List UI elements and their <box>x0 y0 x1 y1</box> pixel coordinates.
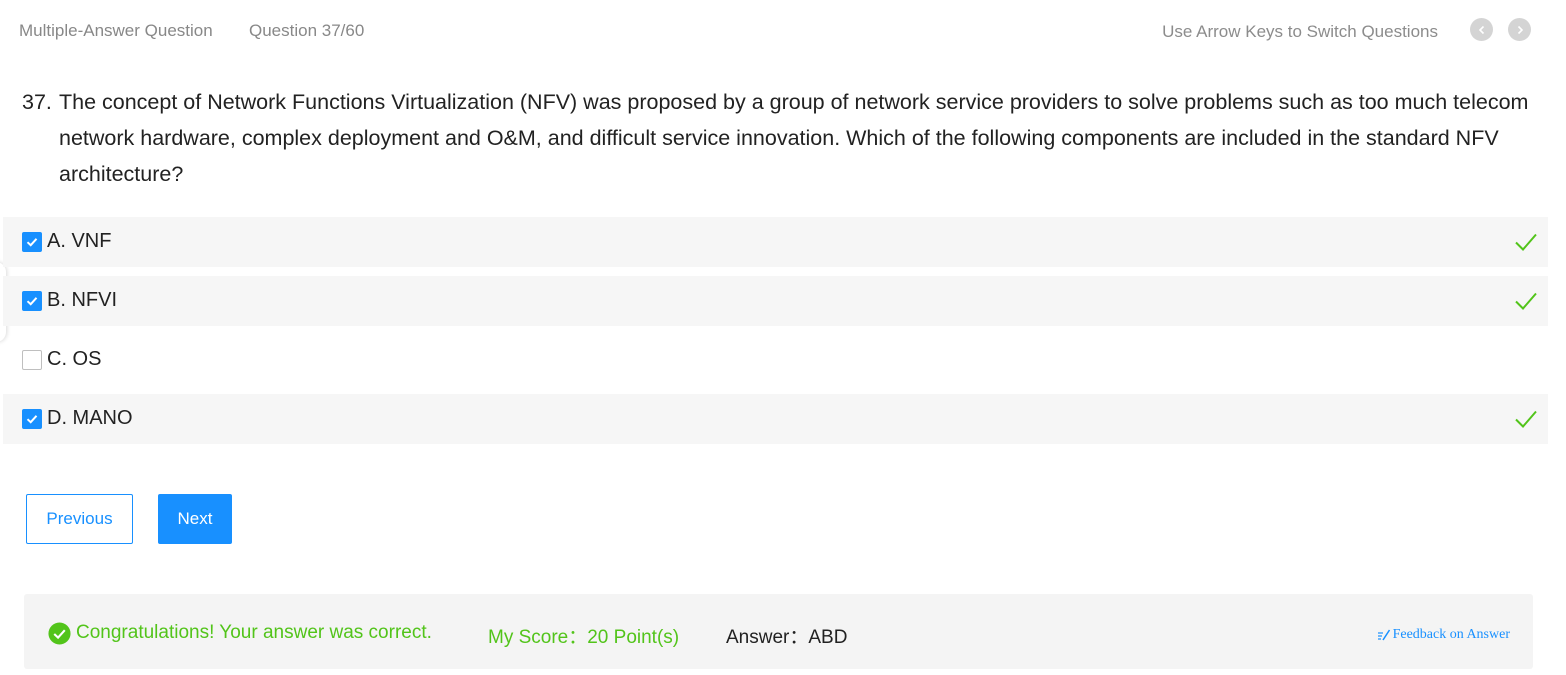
question-body: The concept of Network Functions Virtual… <box>59 90 1529 186</box>
question-counter: Question 37/60 <box>249 21 365 40</box>
result-panel: Congratulations! Your answer was correct… <box>24 594 1533 669</box>
checkmark-icon <box>26 415 38 424</box>
feedback-label: Feedback on Answer <box>1392 627 1510 642</box>
option-a-label: A. VNF <box>47 230 112 252</box>
option-d-label: D. MANO <box>47 407 133 429</box>
checkmark-icon <box>26 238 38 247</box>
question-text: 37. The concept of Network Functions Vir… <box>22 84 1532 192</box>
score-text: My Score：20 Point(s) <box>488 627 680 648</box>
option-d[interactable]: D. MANO <box>3 394 1548 444</box>
next-question-button[interactable] <box>1508 18 1531 41</box>
option-a-checkbox[interactable] <box>22 232 42 252</box>
keyboard-hint: Use Arrow Keys to Switch Questions <box>1162 22 1438 41</box>
option-a[interactable]: A. VNF <box>3 217 1548 267</box>
feedback-link[interactable]: Feedback on Answer <box>1377 627 1510 643</box>
option-c-label: C. OS <box>47 348 102 370</box>
next-button[interactable]: Next <box>158 494 232 544</box>
chevron-right-icon <box>1517 25 1523 34</box>
answer-text: Answer：ABD <box>726 627 848 648</box>
question-type-label: Multiple-Answer Question <box>19 21 213 40</box>
prev-question-button[interactable] <box>1470 18 1493 41</box>
option-b[interactable]: B. NFVI <box>3 276 1548 326</box>
question-number: 37. <box>22 90 52 114</box>
chevron-left-icon <box>1478 25 1484 34</box>
correct-check-icon <box>1515 233 1537 251</box>
quiz-page: Multiple-Answer Question Question 37/60 … <box>0 0 1566 675</box>
edit-icon <box>1377 629 1390 641</box>
option-b-checkbox[interactable] <box>22 291 42 311</box>
option-b-label: B. NFVI <box>47 289 118 311</box>
option-c[interactable]: C. OS <box>3 335 1548 385</box>
previous-button[interactable]: Previous <box>26 494 133 544</box>
option-d-checkbox[interactable] <box>22 409 42 429</box>
result-message: Congratulations! Your answer was correct… <box>76 622 432 643</box>
check-circle-icon <box>48 622 71 645</box>
checkmark-icon <box>26 297 38 306</box>
quiz-header: Multiple-Answer Question Question 37/60 … <box>0 0 1566 62</box>
correct-check-icon <box>1515 292 1537 310</box>
correct-check-icon <box>1515 410 1537 428</box>
option-c-checkbox[interactable] <box>22 350 42 370</box>
